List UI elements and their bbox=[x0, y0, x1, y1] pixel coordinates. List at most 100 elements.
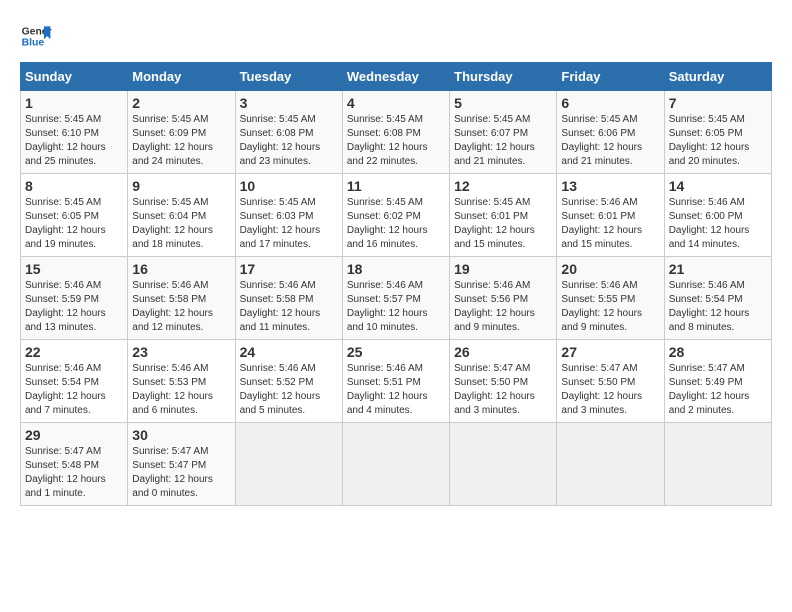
day-number: 27 bbox=[561, 344, 659, 360]
day-info: Sunrise: 5:46 AMSunset: 5:52 PMDaylight:… bbox=[240, 362, 338, 418]
day-info: Sunrise: 5:47 AMSunset: 5:50 PMDaylight:… bbox=[561, 362, 659, 418]
calendar-cell: 29 Sunrise: 5:47 AMSunset: 5:48 PMDayligh… bbox=[21, 423, 128, 506]
day-number: 8 bbox=[25, 178, 123, 194]
day-info: Sunrise: 5:46 AMSunset: 5:55 PMDaylight:… bbox=[561, 279, 659, 335]
column-header-friday: Friday bbox=[557, 63, 664, 91]
calendar-week-row: 29 Sunrise: 5:47 AMSunset: 5:48 PMDayligh… bbox=[21, 423, 772, 506]
calendar-cell: 26 Sunrise: 5:47 AMSunset: 5:50 PMDayligh… bbox=[450, 340, 557, 423]
day-info: Sunrise: 5:45 AMSunset: 6:02 PMDaylight:… bbox=[347, 196, 445, 252]
calendar-cell: 1 Sunrise: 5:45 AMSunset: 6:10 PMDaylight… bbox=[21, 91, 128, 174]
calendar-week-row: 1 Sunrise: 5:45 AMSunset: 6:10 PMDaylight… bbox=[21, 91, 772, 174]
column-header-tuesday: Tuesday bbox=[235, 63, 342, 91]
day-number: 9 bbox=[132, 178, 230, 194]
calendar-cell: 15 Sunrise: 5:46 AMSunset: 5:59 PMDayligh… bbox=[21, 257, 128, 340]
day-number: 5 bbox=[454, 95, 552, 111]
day-info: Sunrise: 5:45 AMSunset: 6:06 PMDaylight:… bbox=[561, 113, 659, 169]
day-number: 22 bbox=[25, 344, 123, 360]
day-number: 12 bbox=[454, 178, 552, 194]
day-number: 13 bbox=[561, 178, 659, 194]
calendar-cell: 2Sunrise: 5:45 AMSunset: 6:09 PMDaylight… bbox=[128, 91, 235, 174]
column-header-thursday: Thursday bbox=[450, 63, 557, 91]
day-info: Sunrise: 5:46 AMSunset: 5:57 PMDaylight:… bbox=[347, 279, 445, 335]
calendar-cell: 14 Sunrise: 5:46 AMSunset: 6:00 PMDayligh… bbox=[664, 174, 771, 257]
calendar-cell: 6Sunrise: 5:45 AMSunset: 6:06 PMDaylight… bbox=[557, 91, 664, 174]
calendar-cell: 16 Sunrise: 5:46 AMSunset: 5:58 PMDayligh… bbox=[128, 257, 235, 340]
calendar-cell: 11Sunrise: 5:45 AMSunset: 6:02 PMDayligh… bbox=[342, 174, 449, 257]
day-number: 30 bbox=[132, 427, 230, 443]
calendar-cell: 18 Sunrise: 5:46 AMSunset: 5:57 PMDayligh… bbox=[342, 257, 449, 340]
calendar-cell bbox=[342, 423, 449, 506]
calendar-cell: 21 Sunrise: 5:46 AMSunset: 5:54 PMDayligh… bbox=[664, 257, 771, 340]
day-number: 18 bbox=[347, 261, 445, 277]
column-header-wednesday: Wednesday bbox=[342, 63, 449, 91]
day-number: 2 bbox=[132, 95, 230, 111]
day-info: Sunrise: 5:45 AMSunset: 6:08 PMDaylight:… bbox=[240, 113, 338, 169]
day-info: Sunrise: 5:45 AMSunset: 6:07 PMDaylight:… bbox=[454, 113, 552, 169]
day-info: Sunrise: 5:45 AMSunset: 6:03 PMDaylight:… bbox=[240, 196, 338, 252]
calendar-cell: 17 Sunrise: 5:46 AMSunset: 5:58 PMDayligh… bbox=[235, 257, 342, 340]
calendar-cell: 30 Sunrise: 5:47 AMSunset: 5:47 PMDayligh… bbox=[128, 423, 235, 506]
day-info: Sunrise: 5:46 AMSunset: 5:51 PMDaylight:… bbox=[347, 362, 445, 418]
calendar-cell: 3 Sunrise: 5:45 AMSunset: 6:08 PMDaylight… bbox=[235, 91, 342, 174]
calendar-cell: 9Sunrise: 5:45 AMSunset: 6:04 PMDaylight… bbox=[128, 174, 235, 257]
day-info: Sunrise: 5:45 AMSunset: 6:05 PMDaylight:… bbox=[25, 196, 123, 252]
calendar-cell: 4Sunrise: 5:45 AMSunset: 6:08 PMDaylight… bbox=[342, 91, 449, 174]
calendar-cell: 22 Sunrise: 5:46 AMSunset: 5:54 PMDayligh… bbox=[21, 340, 128, 423]
day-number: 21 bbox=[669, 261, 767, 277]
day-info: Sunrise: 5:47 AMSunset: 5:48 PMDaylight:… bbox=[25, 445, 123, 501]
day-number: 14 bbox=[669, 178, 767, 194]
day-info: Sunrise: 5:47 AMSunset: 5:50 PMDaylight:… bbox=[454, 362, 552, 418]
header: General Blue bbox=[20, 20, 772, 52]
day-number: 1 bbox=[25, 95, 123, 111]
day-info: Sunrise: 5:46 AMSunset: 5:58 PMDaylight:… bbox=[132, 279, 230, 335]
calendar-cell: 7 Sunrise: 5:45 AMSunset: 6:05 PMDaylight… bbox=[664, 91, 771, 174]
day-number: 24 bbox=[240, 344, 338, 360]
day-number: 15 bbox=[25, 261, 123, 277]
calendar-cell bbox=[664, 423, 771, 506]
calendar-cell: 8 Sunrise: 5:45 AMSunset: 6:05 PMDaylight… bbox=[21, 174, 128, 257]
day-number: 10 bbox=[240, 178, 338, 194]
day-info: Sunrise: 5:47 AMSunset: 5:47 PMDaylight:… bbox=[132, 445, 230, 501]
day-number: 28 bbox=[669, 344, 767, 360]
calendar-cell: 12 Sunrise: 5:45 AMSunset: 6:01 PMDayligh… bbox=[450, 174, 557, 257]
day-number: 29 bbox=[25, 427, 123, 443]
day-info: Sunrise: 5:45 AMSunset: 6:05 PMDaylight:… bbox=[669, 113, 767, 169]
day-info: Sunrise: 5:46 AMSunset: 5:58 PMDaylight:… bbox=[240, 279, 338, 335]
calendar-cell: 13 Sunrise: 5:46 AMSunset: 6:01 PMDayligh… bbox=[557, 174, 664, 257]
day-info: Sunrise: 5:47 AMSunset: 5:49 PMDaylight:… bbox=[669, 362, 767, 418]
calendar-table: SundayMondayTuesdayWednesdayThursdayFrid… bbox=[20, 62, 772, 506]
calendar-cell: 5 Sunrise: 5:45 AMSunset: 6:07 PMDaylight… bbox=[450, 91, 557, 174]
calendar-cell: 19Sunrise: 5:46 AMSunset: 5:56 PMDayligh… bbox=[450, 257, 557, 340]
day-info: Sunrise: 5:45 AMSunset: 6:01 PMDaylight:… bbox=[454, 196, 552, 252]
day-number: 25 bbox=[347, 344, 445, 360]
day-info: Sunrise: 5:46 AMSunset: 5:54 PMDaylight:… bbox=[669, 279, 767, 335]
day-number: 23 bbox=[132, 344, 230, 360]
day-number: 7 bbox=[669, 95, 767, 111]
day-info: Sunrise: 5:46 AMSunset: 6:01 PMDaylight:… bbox=[561, 196, 659, 252]
calendar-cell: 28 Sunrise: 5:47 AMSunset: 5:49 PMDayligh… bbox=[664, 340, 771, 423]
column-header-sunday: Sunday bbox=[21, 63, 128, 91]
day-info: Sunrise: 5:46 AMSunset: 6:00 PMDaylight:… bbox=[669, 196, 767, 252]
day-info: Sunrise: 5:45 AMSunset: 6:10 PMDaylight:… bbox=[25, 113, 123, 169]
day-info: Sunrise: 5:46 AMSunset: 5:54 PMDaylight:… bbox=[25, 362, 123, 418]
column-header-monday: Monday bbox=[128, 63, 235, 91]
day-info: Sunrise: 5:46 AMSunset: 5:53 PMDaylight:… bbox=[132, 362, 230, 418]
logo: General Blue bbox=[20, 20, 52, 52]
calendar-week-row: 22 Sunrise: 5:46 AMSunset: 5:54 PMDayligh… bbox=[21, 340, 772, 423]
calendar-cell bbox=[235, 423, 342, 506]
day-info: Sunrise: 5:46 AMSunset: 5:56 PMDaylight:… bbox=[454, 279, 552, 335]
day-number: 16 bbox=[132, 261, 230, 277]
day-number: 26 bbox=[454, 344, 552, 360]
calendar-cell: 24 Sunrise: 5:46 AMSunset: 5:52 PMDayligh… bbox=[235, 340, 342, 423]
day-number: 3 bbox=[240, 95, 338, 111]
calendar-cell: 25 Sunrise: 5:46 AMSunset: 5:51 PMDayligh… bbox=[342, 340, 449, 423]
calendar-cell: 23 Sunrise: 5:46 AMSunset: 5:53 PMDayligh… bbox=[128, 340, 235, 423]
day-info: Sunrise: 5:46 AMSunset: 5:59 PMDaylight:… bbox=[25, 279, 123, 335]
day-number: 17 bbox=[240, 261, 338, 277]
column-header-saturday: Saturday bbox=[664, 63, 771, 91]
day-number: 20 bbox=[561, 261, 659, 277]
calendar-cell: 27 Sunrise: 5:47 AMSunset: 5:50 PMDayligh… bbox=[557, 340, 664, 423]
calendar-cell bbox=[450, 423, 557, 506]
calendar-cell bbox=[557, 423, 664, 506]
calendar-week-row: 8 Sunrise: 5:45 AMSunset: 6:05 PMDaylight… bbox=[21, 174, 772, 257]
